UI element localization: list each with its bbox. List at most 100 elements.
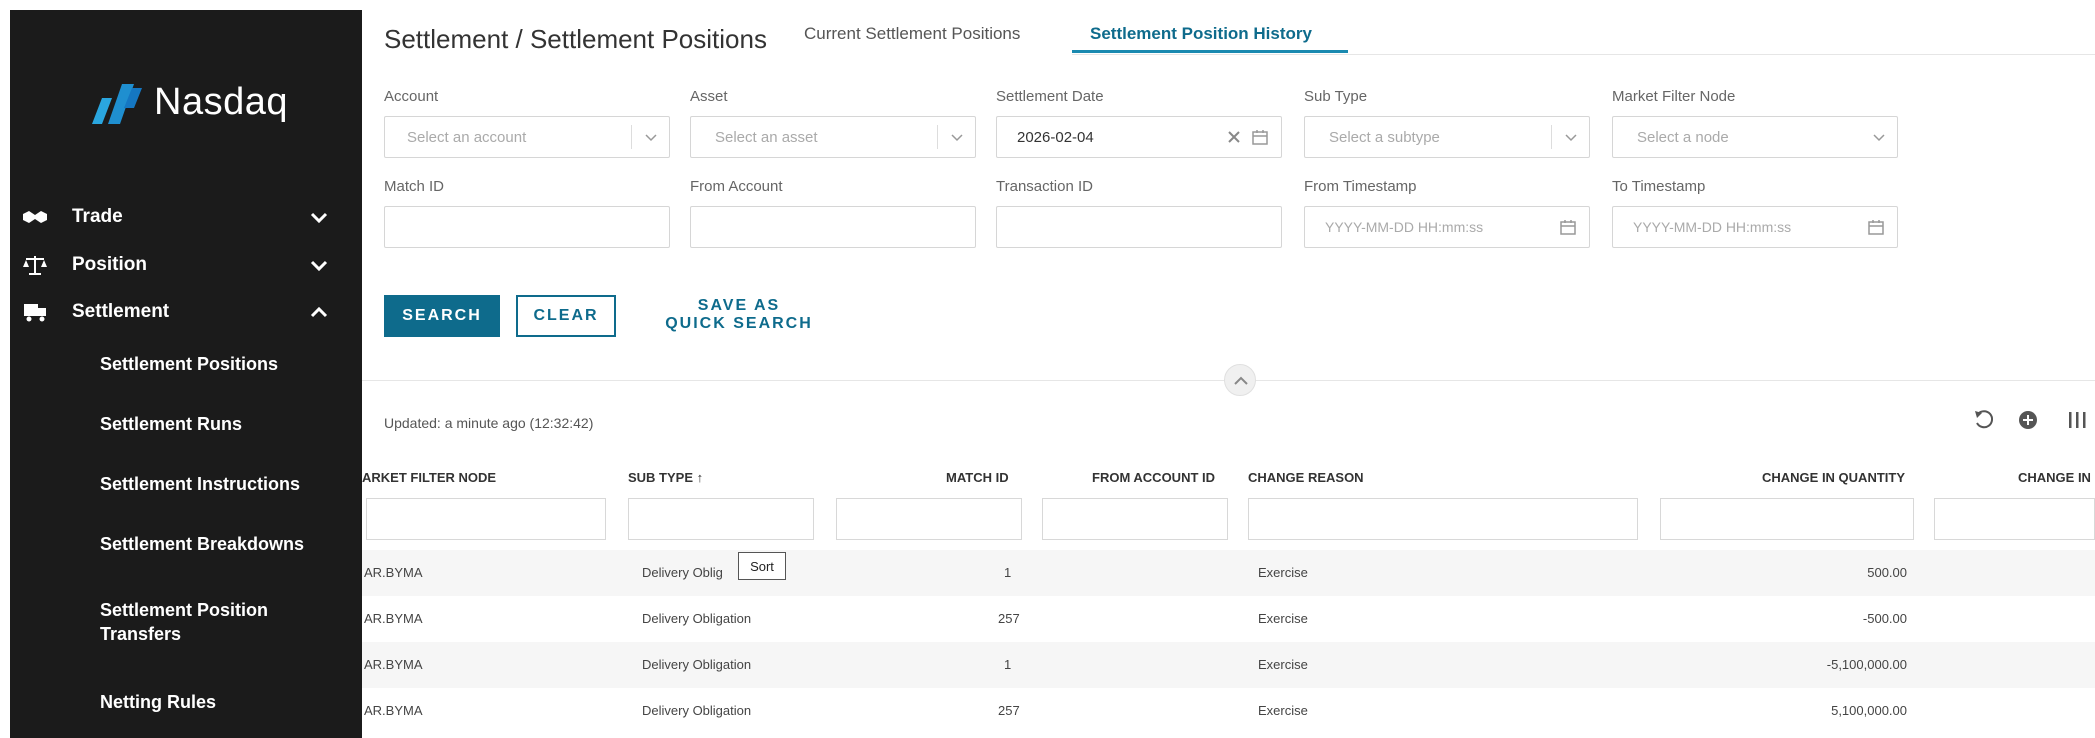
column-filter-market-filter-node[interactable] — [366, 498, 606, 540]
from-account-input[interactable] — [690, 206, 976, 248]
cell-match-id: 257 — [998, 611, 1020, 626]
column-filter-sub-type[interactable] — [628, 498, 814, 540]
account-placeholder: Select an account — [407, 129, 527, 146]
last-updated-text: Updated: a minute ago (12:32:42) — [384, 415, 594, 431]
chevron-down-icon[interactable] — [308, 206, 330, 228]
nasdaq-logo[interactable]: Nasdaq — [88, 80, 288, 124]
cell-change-reason: Exercise — [1258, 703, 1308, 718]
from-timestamp-placeholder: YYYY-MM-DD HH:mm:ss — [1325, 219, 1484, 235]
undo-icon[interactable] — [1972, 408, 1996, 432]
chevron-down-icon[interactable] — [1871, 129, 1887, 145]
sidebar-item-trade[interactable]: Trade — [10, 195, 362, 239]
tab-current-settlement-positions[interactable]: Current Settlement Positions — [804, 24, 1020, 44]
settlement-date-label: Settlement Date — [996, 88, 1104, 105]
breadcrumb: Settlement / Settlement Positions — [384, 24, 767, 54]
sidebar-item-label: Settlement — [72, 301, 170, 322]
cell-change-reason: Exercise — [1258, 657, 1308, 672]
column-header-change-in-quantity[interactable]: CHANGE IN QUANTITY — [1762, 470, 1905, 485]
save-as-label-line1: SAVE AS — [697, 297, 781, 314]
settlement-date-value: 2026-02-04 — [1017, 129, 1094, 146]
active-tab-indicator — [1072, 50, 1348, 53]
sidebar-subitem-settlement-runs[interactable]: Settlement Runs — [100, 412, 242, 436]
scale-icon — [23, 256, 47, 275]
cell-change-reason: Exercise — [1258, 611, 1308, 626]
nasdaq-logo-icon — [92, 84, 142, 124]
cell-change-in-quantity: -500.00 — [1862, 611, 1907, 626]
sidebar-subitem-settlement-positions[interactable]: Settlement Positions — [100, 352, 278, 376]
to-timestamp-placeholder: YYYY-MM-DD HH:mm:ss — [1633, 219, 1792, 235]
column-filter-change-reason[interactable] — [1248, 498, 1638, 540]
save-as-quick-search-button[interactable]: SAVE AS QUICK SEARCH — [664, 297, 814, 333]
cell-change-in-quantity: -5,100,000.00 — [1826, 657, 1907, 672]
column-filter-change-in-quantity[interactable] — [1660, 498, 1914, 540]
cell-change-reason: Exercise — [1258, 565, 1308, 580]
sidebar-item-settlement[interactable]: Settlement — [10, 290, 362, 334]
sort-tooltip: Sort — [738, 552, 786, 580]
column-header-change-in[interactable]: CHANGE IN — [2018, 470, 2091, 485]
column-header-from-account-id[interactable]: FROM ACCOUNT ID — [1092, 470, 1215, 485]
settlement-date-input[interactable]: 2026-02-04 — [996, 116, 1282, 158]
chevron-down-icon[interactable] — [1563, 129, 1579, 145]
from-timestamp-label: From Timestamp — [1304, 178, 1417, 195]
calendar-icon[interactable] — [1867, 218, 1885, 236]
column-header-change-reason[interactable]: CHANGE REASON — [1248, 470, 1364, 485]
table-row[interactable]: AR.BYMA Delivery Obligation 257 Exercise… — [362, 688, 2095, 734]
sidebar-subitem-settlement-breakdowns[interactable]: Settlement Breakdowns — [100, 532, 304, 556]
column-filter-match-id[interactable] — [836, 498, 1022, 540]
chevron-down-icon[interactable] — [308, 254, 330, 276]
sidebar-subitem-settlement-instructions[interactable]: Settlement Instructions — [100, 472, 300, 496]
search-button[interactable]: SEARCH — [384, 295, 500, 337]
to-timestamp-label: To Timestamp — [1612, 178, 1706, 195]
cell-match-id: 1 — [1004, 565, 1012, 580]
clear-button[interactable]: CLEAR — [516, 295, 616, 337]
header-divider — [1072, 54, 2095, 55]
table-row[interactable]: AR.BYMA Delivery Oblig 1 Exercise 500.00 — [362, 550, 2095, 596]
market-filter-node-select[interactable]: Select a node — [1612, 116, 1898, 158]
sidebar-subitem-settlement-position-transfers[interactable]: Settlement Position Transfers — [100, 598, 300, 646]
market-filter-node-label: Market Filter Node — [1612, 88, 1736, 105]
calendar-icon[interactable] — [1251, 128, 1269, 146]
match-id-label: Match ID — [384, 178, 445, 195]
asset-label: Asset — [690, 88, 728, 105]
from-account-label: From Account — [690, 178, 783, 195]
sub-type-select[interactable]: Select a subtype — [1304, 116, 1590, 158]
table-row[interactable]: AR.BYMA Delivery Obligation 1 Exercise -… — [362, 642, 2095, 688]
cell-change-in-quantity: 5,100,000.00 — [1831, 703, 1907, 718]
collapse-filters-button[interactable] — [1224, 364, 1256, 396]
handshake-icon — [23, 211, 47, 223]
select-separator — [1551, 125, 1552, 149]
column-header-sub-type[interactable]: SUB TYPE ↑ — [628, 470, 703, 485]
account-label: Account — [384, 88, 439, 105]
tab-settlement-position-history[interactable]: Settlement Position History — [1090, 24, 1312, 44]
add-circle-icon[interactable] — [2016, 408, 2040, 432]
account-select[interactable]: Select an account — [384, 116, 670, 158]
asset-placeholder: Select an asset — [715, 129, 818, 146]
to-timestamp-input[interactable]: YYYY-MM-DD HH:mm:ss — [1612, 206, 1898, 248]
column-header-market-filter-node[interactable]: ARKET FILTER NODE — [362, 470, 496, 485]
sidebar-item-position[interactable]: Position — [10, 243, 362, 287]
sidebar-subitem-netting-rules[interactable]: Netting Rules — [100, 690, 216, 714]
columns-icon[interactable] — [2066, 408, 2090, 432]
calendar-icon[interactable] — [1559, 218, 1577, 236]
chevron-down-icon[interactable] — [949, 129, 965, 145]
brand-name: Nasdaq — [154, 80, 288, 123]
chevron-down-icon[interactable] — [643, 129, 659, 145]
market-filter-node-placeholder: Select a node — [1637, 129, 1729, 146]
column-filter-from-account-id[interactable] — [1042, 498, 1228, 540]
match-id-input[interactable] — [384, 206, 670, 248]
cell-sub-type: Delivery Obligation — [642, 657, 752, 672]
column-header-match-id[interactable]: MATCH ID — [946, 470, 1009, 485]
table-row[interactable]: AR.BYMA Delivery Obligation 257 Exercise… — [362, 596, 2095, 642]
cell-sub-type: Delivery Oblig — [642, 565, 723, 580]
transaction-id-input[interactable] — [996, 206, 1282, 248]
select-separator — [631, 125, 632, 149]
asset-select[interactable]: Select an asset — [690, 116, 976, 158]
sidebar-item-label: Position — [72, 254, 147, 275]
transaction-id-label: Transaction ID — [996, 178, 1093, 195]
sub-type-label: Sub Type — [1304, 88, 1368, 105]
from-timestamp-input[interactable]: YYYY-MM-DD HH:mm:ss — [1304, 206, 1590, 248]
clear-x-icon[interactable] — [1225, 128, 1243, 146]
chevron-up-icon[interactable] — [308, 301, 330, 323]
cell-match-id: 257 — [998, 703, 1020, 718]
column-filter-change-in[interactable] — [1934, 498, 2095, 540]
